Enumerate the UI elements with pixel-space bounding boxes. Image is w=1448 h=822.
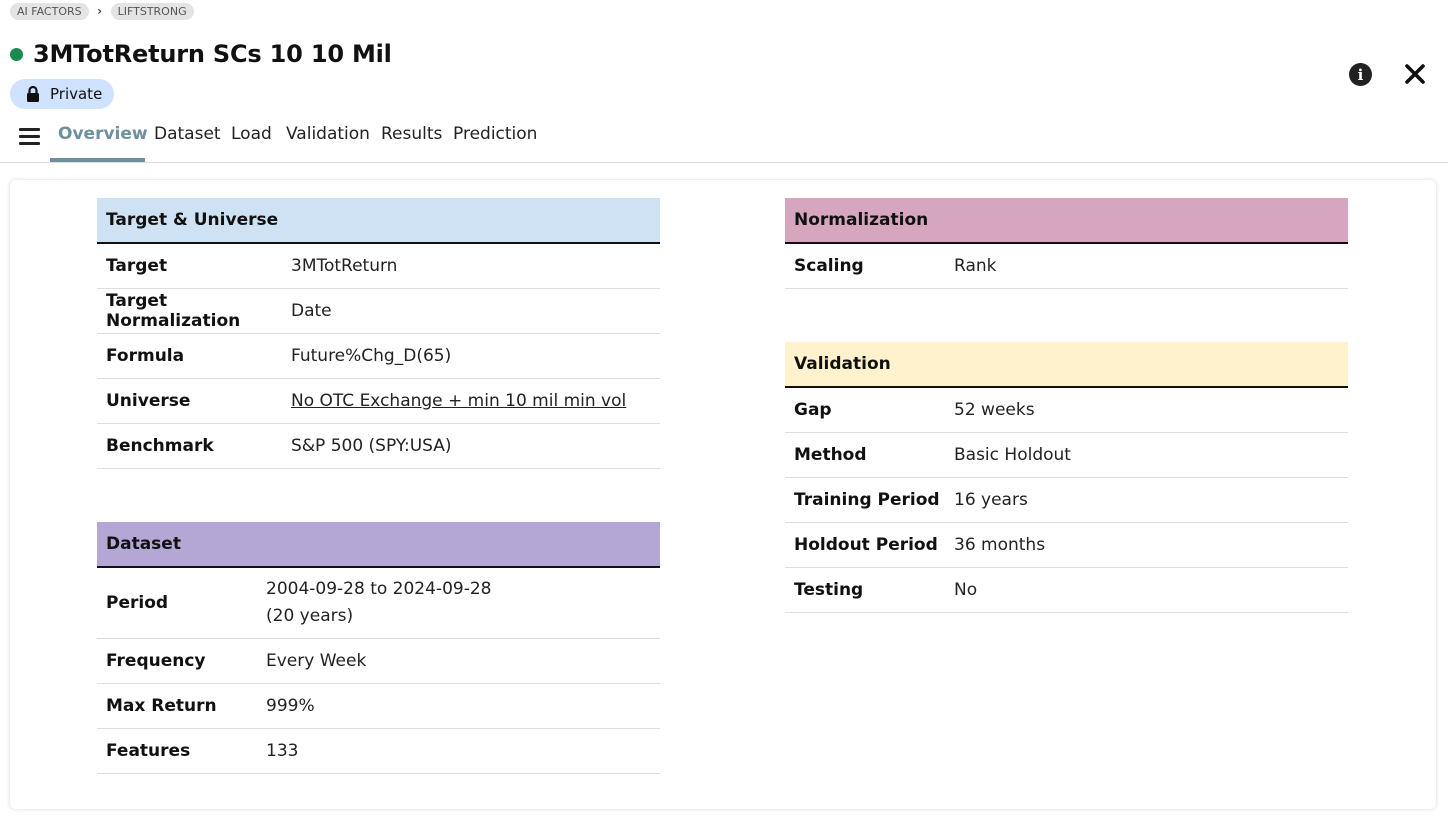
- row-label: Gap: [794, 400, 832, 420]
- tab-load[interactable]: Load: [231, 124, 272, 144]
- row-label: Frequency: [106, 651, 206, 671]
- table-row: Features 133: [97, 729, 660, 774]
- row-value: Every Week: [266, 651, 367, 671]
- tab-validation[interactable]: Validation: [286, 124, 370, 144]
- period-range: 2004-09-28 to 2024-09-28: [266, 579, 492, 599]
- row-value: Date: [291, 301, 332, 321]
- close-icon[interactable]: [1404, 63, 1426, 85]
- row-label: Period: [106, 593, 169, 613]
- table-row: Frequency Every Week: [97, 639, 660, 684]
- tab-prediction[interactable]: Prediction: [453, 124, 537, 144]
- row-value: 52 weeks: [954, 400, 1035, 420]
- active-tab-indicator: [50, 158, 145, 162]
- row-label: Universe: [106, 391, 191, 411]
- row-value: No: [954, 580, 978, 600]
- breadcrumb-item-liftstrong[interactable]: LIFTSTRONG: [110, 2, 194, 20]
- overview-card: Target & Universe Target 3MTotReturn Tar…: [10, 180, 1436, 809]
- row-value: 999%: [266, 696, 315, 716]
- row-value: 133: [266, 741, 299, 761]
- section-header: Target & Universe: [97, 198, 660, 244]
- table-row: Period 2004-09-28 to 2024-09-28 (20 year…: [97, 568, 660, 639]
- table-row: Benchmark S&P 500 (SPY:USA): [97, 424, 660, 469]
- table-row: Target 3MTotReturn: [97, 244, 660, 289]
- table-row: Target Normalization Date: [97, 289, 660, 334]
- table-row: Method Basic Holdout: [785, 433, 1348, 478]
- tab-overview[interactable]: Overview: [58, 124, 148, 144]
- row-label: Features: [106, 741, 191, 761]
- universe-link[interactable]: No OTC Exchange + min 10 mil min vol: [291, 391, 626, 411]
- row-value: 3MTotReturn: [291, 256, 398, 276]
- normalization-section: Normalization Scaling Rank: [785, 198, 1348, 289]
- row-label: Holdout Period: [794, 535, 938, 555]
- row-label: Benchmark: [106, 436, 214, 456]
- table-row: Max Return 999%: [97, 684, 660, 729]
- info-circle-icon[interactable]: i: [1349, 63, 1372, 86]
- row-label: Max Return: [106, 696, 217, 716]
- period-duration: (20 years): [266, 606, 354, 626]
- dataset-section: Dataset Period 2004-09-28 to 2024-09-28 …: [97, 522, 660, 774]
- section-header: Normalization: [785, 198, 1348, 244]
- section-header: Validation: [785, 342, 1348, 388]
- visibility-badge[interactable]: Private: [10, 79, 114, 109]
- row-value: 36 months: [954, 535, 1046, 555]
- table-row: Testing No: [785, 568, 1348, 613]
- table-row: Holdout Period 36 months: [785, 523, 1348, 568]
- breadcrumb-item-ai-factors[interactable]: AI FACTORS: [10, 2, 89, 20]
- table-row: Universe No OTC Exchange + min 10 mil mi…: [97, 379, 660, 424]
- table-row: Scaling Rank: [785, 244, 1348, 289]
- tab-bar: Overview Dataset Load Validation Results…: [0, 116, 1448, 163]
- row-label: Testing: [794, 580, 864, 600]
- status-indicator: [10, 47, 23, 61]
- breadcrumb: AI FACTORS › LIFTSTRONG: [10, 2, 194, 20]
- table-row: Gap 52 weeks: [785, 388, 1348, 433]
- row-label: Target Normalization: [106, 291, 241, 331]
- target-universe-section: Target & Universe Target 3MTotReturn Tar…: [97, 198, 660, 469]
- row-value: Future%Chg_D(65): [291, 346, 452, 366]
- title-row: 3MTotReturn SCs 10 10 Mil: [10, 40, 392, 68]
- section-header: Dataset: [97, 522, 660, 568]
- hamburger-menu-icon[interactable]: [19, 128, 41, 146]
- row-label: Scaling: [794, 256, 864, 276]
- validation-section: Validation Gap 52 weeks Method Basic Hol…: [785, 342, 1348, 613]
- lock-icon: [26, 85, 40, 102]
- row-label: Target: [106, 256, 168, 276]
- tab-results[interactable]: Results: [381, 124, 442, 144]
- row-label: Training Period: [794, 490, 940, 510]
- table-row: Formula Future%Chg_D(65): [97, 334, 660, 379]
- row-value: S&P 500 (SPY:USA): [291, 436, 452, 456]
- table-row: Training Period 16 years: [785, 478, 1348, 523]
- row-value: Rank: [954, 256, 997, 276]
- row-value: 2004-09-28 to 2024-09-28 (20 years): [266, 576, 491, 630]
- row-value: Basic Holdout: [954, 445, 1071, 465]
- tab-dataset[interactable]: Dataset: [154, 124, 221, 144]
- page-title: 3MTotReturn SCs 10 10 Mil: [33, 40, 392, 68]
- row-label: Method: [794, 445, 867, 465]
- chevron-right-icon: ›: [97, 4, 103, 18]
- visibility-label: Private: [50, 85, 103, 103]
- row-value: 16 years: [954, 490, 1028, 510]
- row-label: Formula: [106, 346, 185, 366]
